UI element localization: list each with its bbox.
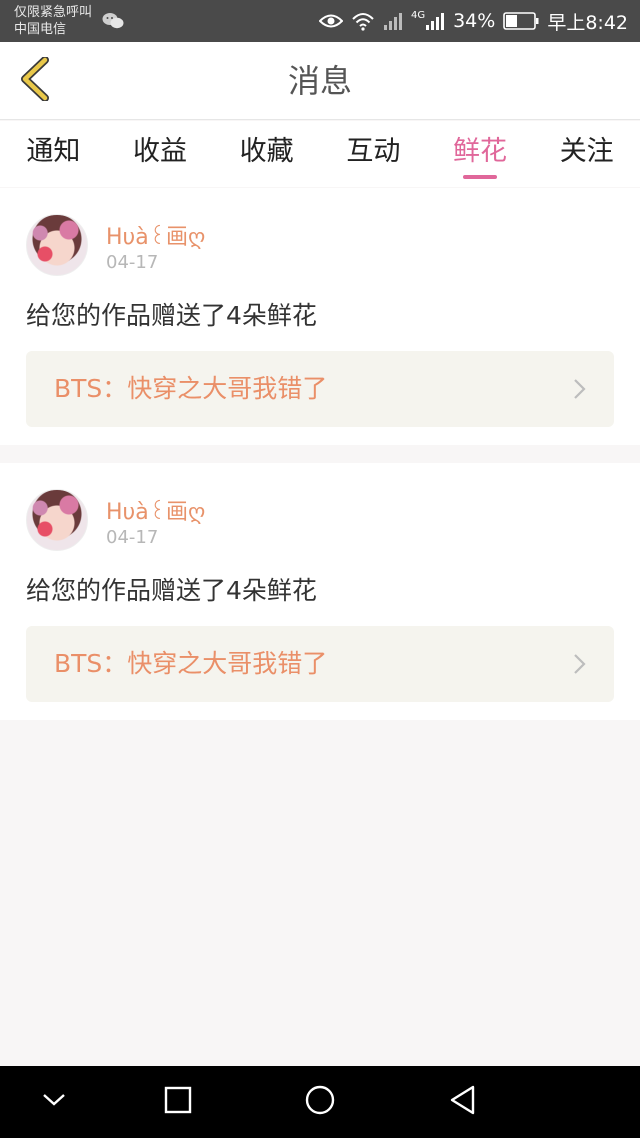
chevron-right-icon	[572, 652, 588, 676]
chevron-left-icon	[17, 56, 51, 105]
signal-4g-icon: 4G	[411, 11, 445, 31]
network-type: 4G	[410, 10, 426, 21]
username[interactable]: Hυà꒰画ღ	[106, 219, 205, 251]
message-date: 04-17	[106, 252, 159, 273]
square-icon	[164, 1086, 192, 1118]
username[interactable]: Hυà꒰画ღ	[106, 494, 205, 526]
message-text: 给您的作品赠送了4朵鲜花	[26, 576, 317, 605]
carrier-name: 中国电信	[14, 22, 67, 37]
triangle-back-icon	[448, 1084, 476, 1120]
work-link[interactable]: BTS：快穿之大哥我错了	[26, 351, 614, 427]
back-button[interactable]	[14, 56, 54, 105]
chevron-right-icon	[572, 377, 588, 401]
tab-earnings[interactable]: 收益	[107, 121, 214, 187]
header-bar: 消息	[0, 42, 640, 120]
tab-flowers[interactable]: 鲜花	[427, 121, 534, 187]
carrier-info: 仅限紧急呼叫 中国电信	[14, 4, 92, 38]
message-date: 04-17	[106, 527, 159, 548]
message-card: Hυà꒰画ღ 04-17 给您的作品赠送了4朵鲜花 BTS：快穿之大哥我错了	[0, 188, 640, 445]
emergency-call-text: 仅限紧急呼叫	[14, 5, 93, 20]
avatar[interactable]	[26, 489, 88, 551]
nav-home-button[interactable]	[302, 1084, 338, 1120]
message-card: Hυà꒰画ღ 04-17 给您的作品赠送了4朵鲜花 BTS：快穿之大哥我错了	[0, 463, 640, 720]
battery-percent: 34%	[453, 10, 496, 32]
wechat-icon	[102, 12, 124, 30]
battery-icon	[503, 12, 539, 30]
nav-hide-button[interactable]	[36, 1084, 72, 1120]
signal-icon	[383, 11, 403, 31]
eye-icon	[318, 13, 343, 29]
tab-favorites[interactable]: 收藏	[213, 121, 320, 187]
work-link[interactable]: BTS：快穿之大哥我错了	[26, 626, 614, 702]
navigation-bar	[0, 1066, 640, 1138]
nav-back-button[interactable]	[444, 1084, 480, 1120]
avatar[interactable]	[26, 214, 88, 276]
status-bar: 仅限紧急呼叫 中国电信 4G 34% 早上8:42	[0, 0, 640, 42]
chevron-down-icon	[41, 1092, 67, 1112]
work-title: BTS：快穿之大哥我错了	[54, 374, 328, 403]
circle-icon	[304, 1084, 336, 1120]
wifi-icon	[351, 11, 375, 31]
message-text: 给您的作品赠送了4朵鲜花	[26, 301, 317, 330]
nav-recents-button[interactable]	[160, 1084, 196, 1120]
clock: 早上8:42	[547, 11, 628, 34]
tab-interactions[interactable]: 互动	[320, 121, 427, 187]
tab-bar: 通知 收益 收藏 互动 鲜花 关注	[0, 121, 640, 187]
tab-follows[interactable]: 关注	[533, 121, 640, 187]
page-title: 消息	[287, 62, 352, 100]
work-title: BTS：快穿之大哥我错了	[54, 649, 328, 678]
tab-notifications[interactable]: 通知	[0, 121, 107, 187]
